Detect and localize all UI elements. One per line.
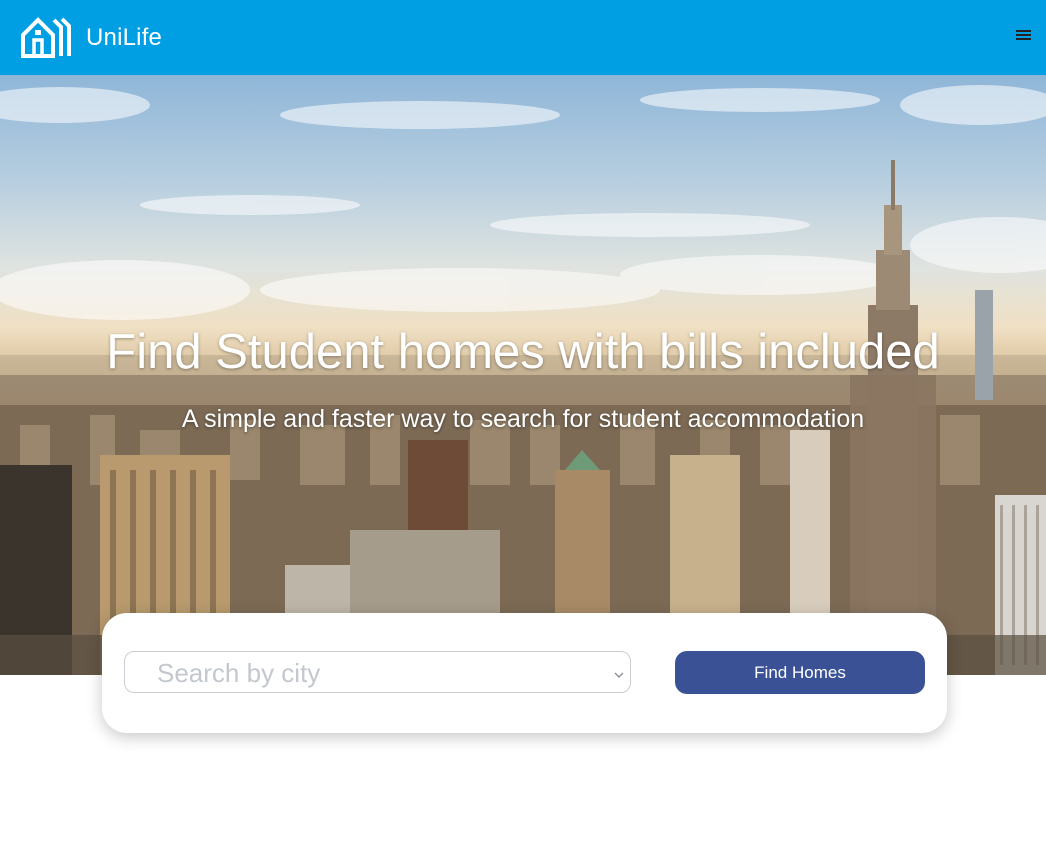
navbar: UniLife	[0, 0, 1046, 75]
hamburger-menu-icon[interactable]	[1016, 28, 1031, 42]
brand-logo[interactable]: UniLife	[21, 17, 162, 58]
city-search-placeholder: Search by city	[157, 658, 321, 688]
house-logo-icon	[21, 17, 71, 58]
find-homes-button[interactable]: Find Homes	[675, 651, 925, 694]
city-search-select[interactable]: Search by city	[124, 651, 631, 693]
hero-title: Find Student homes with bills included	[106, 325, 940, 379]
brand-name: UniLife	[86, 23, 163, 51]
chevron-down-icon	[614, 666, 624, 684]
search-card: Search by city Find Homes	[102, 613, 947, 733]
hero-banner: Find Student homes with bills included A…	[0, 75, 1046, 675]
hero-subtitle: A simple and faster way to search for st…	[181, 405, 865, 433]
